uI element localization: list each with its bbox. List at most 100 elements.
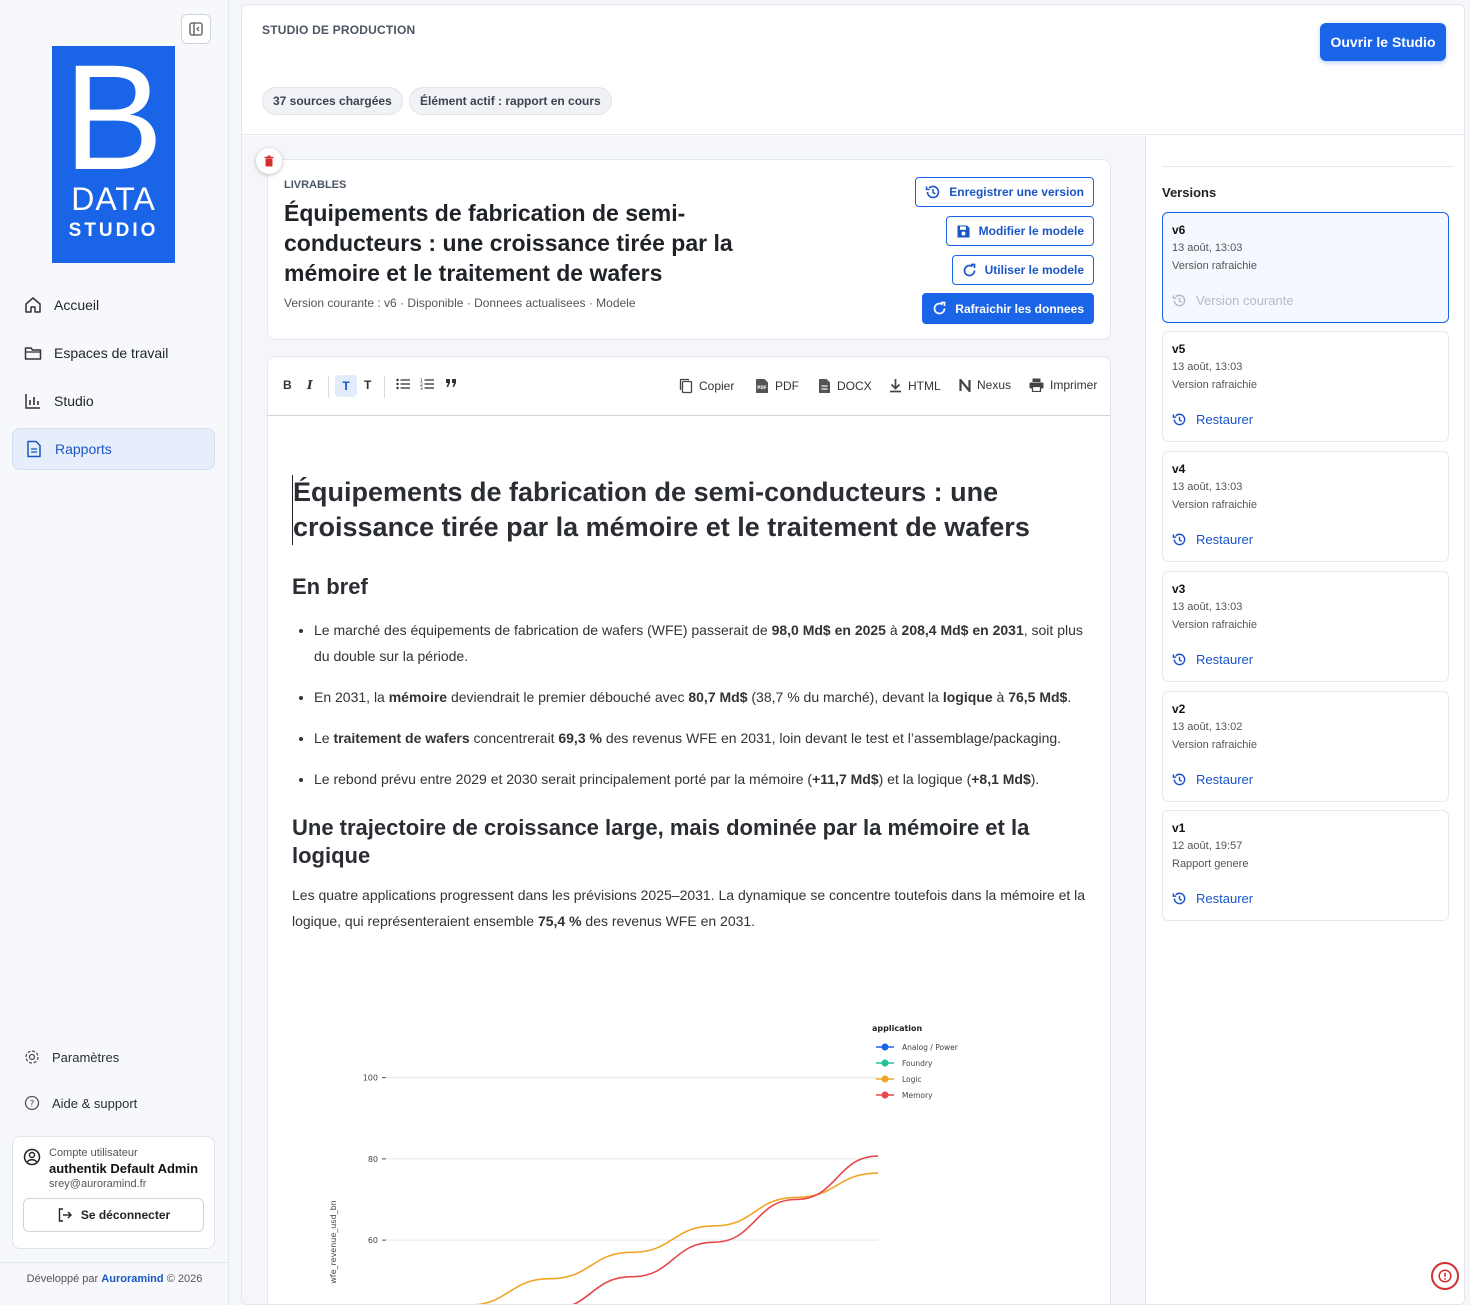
export-html-button[interactable]: HTML	[889, 378, 941, 393]
gear-icon	[25, 1050, 39, 1064]
refresh-data-button[interactable]: Rafraichir les donnees	[922, 293, 1094, 324]
versions-title: Versions	[1162, 185, 1217, 200]
restore-button[interactable]: Restaurer	[1172, 652, 1253, 667]
legend-label: Foundry	[902, 1059, 933, 1068]
help-label: Aide & support	[52, 1095, 138, 1111]
help-link[interactable]: ? Aide & support	[24, 1095, 137, 1111]
version-date: 13 août, 13:03	[1172, 242, 1243, 254]
heading2-button[interactable]: T	[364, 378, 371, 392]
settings-link[interactable]: Paramètres	[24, 1049, 119, 1065]
section-heading-trajectory: Une trajectoire de croissance large, mai…	[292, 815, 1030, 868]
footer-brand-link[interactable]: Auroramind	[101, 1273, 163, 1285]
folder-icon	[24, 347, 42, 360]
edit-model-button[interactable]: Modifier le modele	[945, 216, 1094, 246]
restore-button[interactable]: Restaurer	[1172, 772, 1253, 787]
svg-text:?: ?	[30, 1100, 35, 1110]
current-version-label: Version courante	[1172, 293, 1294, 308]
italic-button[interactable]: I	[307, 378, 313, 392]
restore-button[interactable]: Restaurer	[1172, 412, 1253, 427]
sidebar-item-studio[interactable]: Studio	[12, 380, 215, 422]
open-studio-button[interactable]: Ouvrir le Studio	[1320, 23, 1446, 61]
trash-icon	[264, 155, 274, 167]
bar-chart-icon	[25, 394, 40, 409]
use-model-button[interactable]: Utiliser le modele	[951, 255, 1094, 285]
legend-label: Logic	[902, 1075, 922, 1084]
logout-button[interactable]: Se déconnecter	[23, 1198, 204, 1232]
sidebar-collapse-icon	[189, 22, 203, 36]
deliverable-title: Équipements de fabrication de semi-condu…	[284, 200, 733, 286]
bullet-list-icon	[396, 378, 410, 390]
version-card-v2: v2 13 août, 13:02 Version rafraichie Restau…	[1162, 691, 1449, 802]
history-icon	[1172, 294, 1186, 307]
bold-button[interactable]: B	[283, 378, 292, 392]
sidebar-item-accueil[interactable]: Accueil	[12, 284, 215, 326]
version-label: v6	[1172, 223, 1186, 237]
quote-button[interactable]	[445, 378, 463, 388]
account-email: srey@auroramind.fr	[49, 1178, 147, 1190]
sidebar-item-label: Espaces de travail	[54, 345, 169, 361]
export-docx-button[interactable]: DOCX	[818, 378, 872, 394]
version-status: Version rafraichie	[1172, 619, 1257, 631]
revenue-line-chart: 406080100wfe_revenue_usd_bnapplicationAn…	[329, 1024, 959, 1304]
version-date: 13 août, 13:03	[1172, 481, 1243, 493]
export-pdf-button[interactable]: PDF PDF	[755, 378, 799, 394]
settings-label: Paramètres	[52, 1049, 120, 1065]
series-line-memory	[572, 1155, 879, 1304]
quote-icon	[446, 379, 456, 387]
numbered-list-button[interactable]: 123	[420, 378, 440, 390]
version-date: 12 août, 19:57	[1172, 840, 1243, 852]
sidebar: B DATA STUDIO Accueil Espaces de travail…	[0, 0, 229, 1305]
legend-marker	[881, 1059, 889, 1067]
alert-icon	[1438, 1269, 1452, 1283]
versions-divider	[1162, 166, 1453, 167]
deliverable-overline: LIVRABLES	[284, 179, 347, 191]
html-label: HTML	[908, 378, 941, 393]
document-title: Équipements de fabrication de semi-condu…	[292, 475, 1092, 545]
refresh-icon	[933, 301, 946, 315]
export-nexus-button[interactable]: Nexus	[959, 378, 1011, 392]
heading1-button[interactable]: T	[335, 375, 357, 397]
save-version-button[interactable]: Enregistrer une version	[915, 177, 1094, 207]
account-name: authentik Default Admin	[49, 1161, 199, 1176]
document-body[interactable]: Équipements de fabrication de semi-condu…	[292, 475, 1092, 934]
version-action-label: Restaurer	[1196, 772, 1254, 787]
trajectory-paragraph: Les quatre applications progressent dans…	[292, 887, 1086, 929]
refresh-data-label: Rafraichir les donnees	[955, 301, 1084, 316]
sources-chip: 37 sources chargées	[262, 87, 403, 115]
pdf-icon: PDF	[756, 379, 768, 393]
version-date: 13 août, 13:03	[1172, 601, 1243, 613]
sidebar-item-espaces[interactable]: Espaces de travail	[12, 332, 215, 374]
y-tick-label: 100	[363, 1074, 378, 1083]
logout-icon	[58, 1208, 72, 1222]
print-label: Imprimer	[1050, 378, 1098, 392]
restore-button[interactable]: Restaurer	[1172, 532, 1253, 547]
history-icon	[1172, 773, 1186, 786]
numbered-list-icon: 123	[420, 378, 434, 390]
print-button[interactable]: Imprimer	[1029, 378, 1097, 392]
restore-button[interactable]: Restaurer	[1172, 891, 1253, 906]
collapse-sidebar-button[interactable]	[181, 14, 211, 44]
legend-marker	[881, 1043, 889, 1051]
version-label: v5	[1172, 342, 1186, 356]
copy-button[interactable]: Copier	[679, 378, 734, 394]
version-status: Version rafraichie	[1172, 739, 1257, 751]
error-alert-button[interactable]	[1431, 1262, 1459, 1290]
version-action-label: Restaurer	[1196, 652, 1254, 667]
list-item: Le rebond prévu entre 2029 et 2030 serai…	[314, 766, 1092, 792]
legend-marker	[881, 1091, 889, 1099]
y-tick-label: 60	[368, 1236, 378, 1245]
logo-line2: STUDIO	[68, 220, 159, 241]
version-card-v1: v1 12 août, 19:57 Rapport genere Restaurer	[1162, 810, 1449, 921]
series-line-logic	[473, 1172, 879, 1304]
sidebar-item-rapports[interactable]: Rapports	[12, 428, 215, 470]
active-element-chip: Élément actif : rapport en cours	[409, 87, 612, 115]
edit-model-label: Modifier le modele	[978, 224, 1084, 238]
footer: Développé par Auroramind © 2026	[0, 1262, 229, 1285]
logo: B DATA STUDIO	[52, 46, 175, 263]
version-card-v3: v3 13 août, 13:03 Version rafraichie Restau…	[1162, 571, 1449, 682]
editor-toolbar: B I T T 123 Copier PDF PDF DOCX HTML Nex…	[268, 357, 1110, 416]
logout-label: Se déconnecter	[80, 1208, 171, 1222]
delete-button[interactable]	[256, 148, 282, 174]
bullet-list-button[interactable]	[396, 378, 416, 390]
versions-panel: Versions v6 13 août, 13:03 Version rafraic…	[1145, 136, 1464, 1304]
